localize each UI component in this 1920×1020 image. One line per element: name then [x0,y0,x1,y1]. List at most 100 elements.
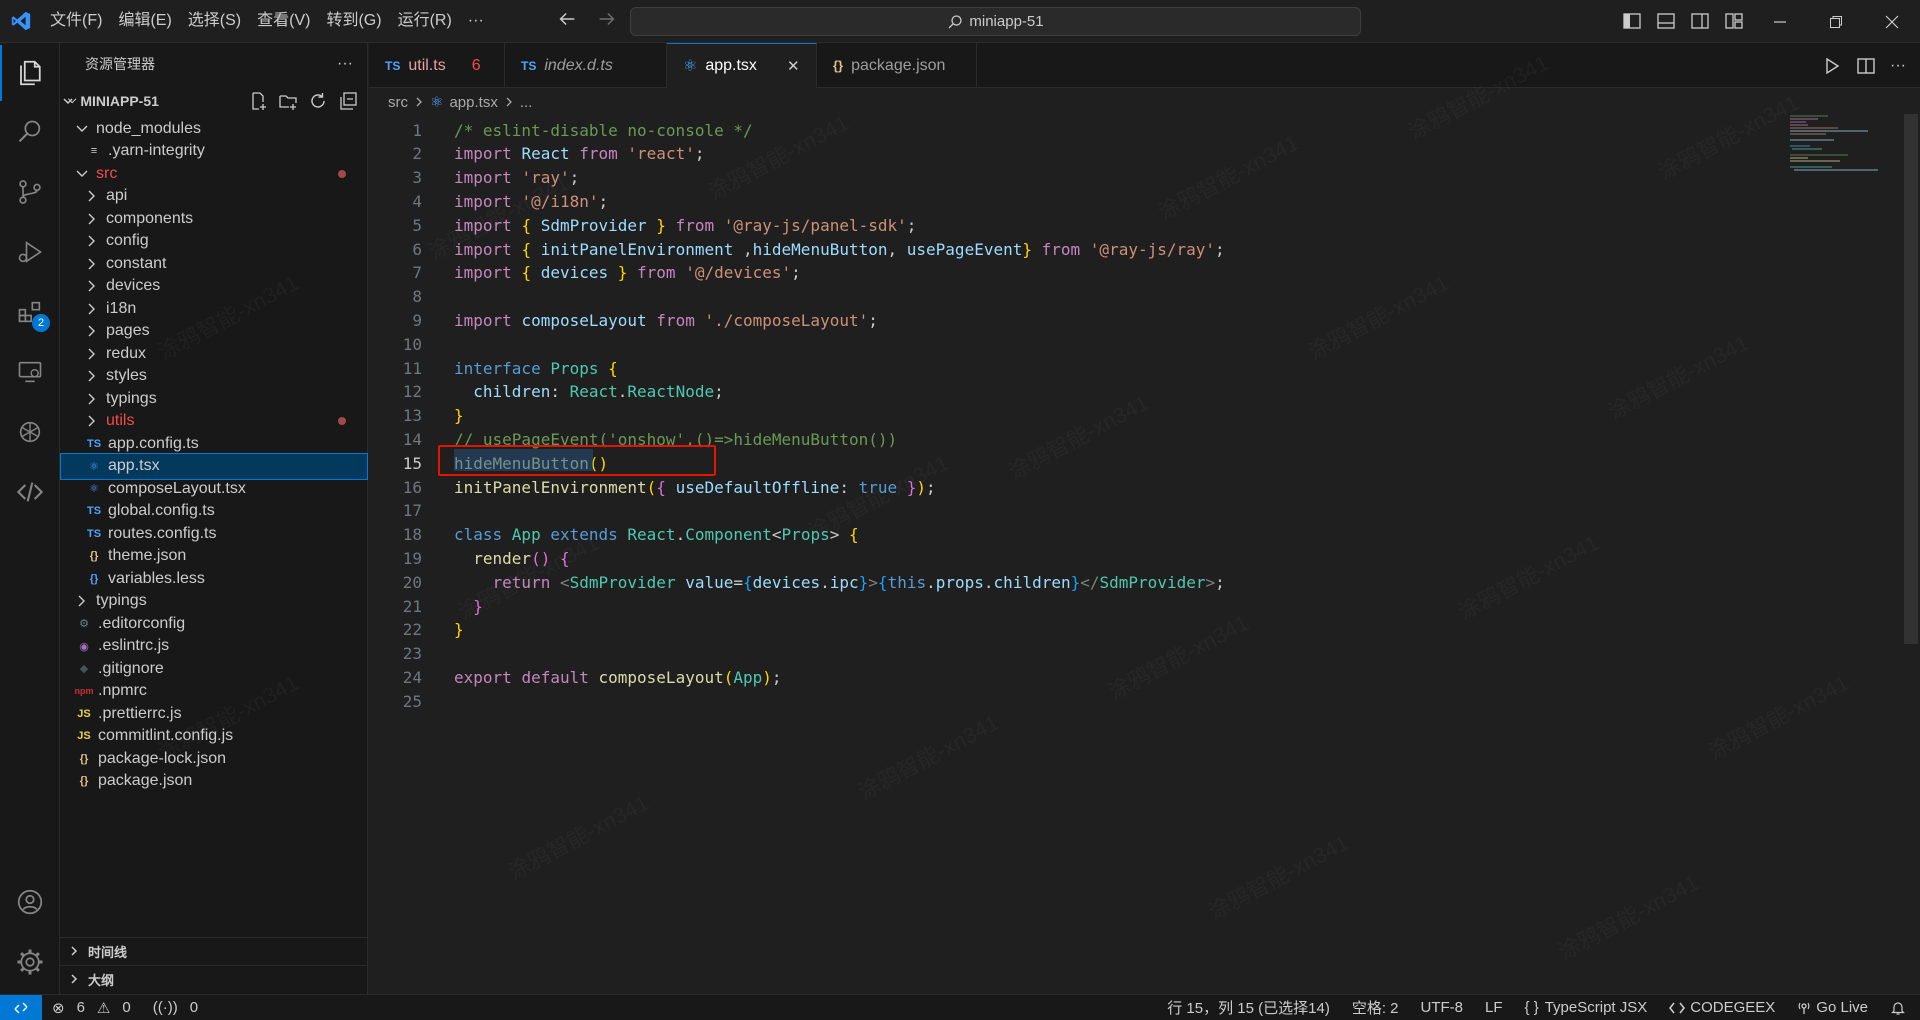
code-token: import [454,191,522,211]
run-debug-icon[interactable] [0,224,60,280]
timeline-section[interactable]: 时间线 [60,937,368,964]
code-line: 8 [369,285,422,309]
back-arrow-icon[interactable] [556,8,578,30]
tree-item[interactable]: {} package.json [60,768,368,795]
menu-item-5[interactable]: 运行(R) [390,6,460,36]
code-token: } [656,215,676,235]
tab-3[interactable]: {} package.json [817,43,977,88]
menu-item-3[interactable]: 查看(V) [249,6,318,36]
ports-count: 0 [189,999,199,1016]
code-line: 6 import { initPanelEnvironment ,hideMenu… [369,237,1224,261]
remote-explorer-icon[interactable] [0,344,60,400]
tab-2[interactable]: ⚛ app.tsx ✕ [667,43,817,88]
explorer-icon[interactable] [0,45,60,101]
code-token: this [887,572,927,592]
go-live-button[interactable]: Go Live [1797,999,1868,1016]
minimap[interactable] [1788,114,1900,174]
outline-section[interactable]: 大纲 [60,965,368,992]
close-tab-icon[interactable]: ✕ [787,57,800,75]
menu-item-2[interactable]: 选择(S) [180,6,249,36]
extensions-icon[interactable]: 2 [0,284,60,340]
menu-item-4[interactable]: 转到(G) [318,6,389,36]
chevron-right-icon [88,235,95,247]
code-text: } [454,620,464,639]
end-of-line[interactable]: LF [1485,999,1503,1016]
line-number: 18 [402,525,422,545]
source-control-icon[interactable] [0,164,60,220]
menu-item-6[interactable]: ··· [460,6,492,36]
remote-indicator-icon[interactable] [0,994,42,1020]
more-actions-icon[interactable]: ··· [1890,56,1906,76]
line-number: 23 [402,644,422,664]
toggle-primary-sidebar-icon[interactable] [1620,9,1644,33]
code-line: 4 import '@/i18n'; [369,189,608,213]
accounts-icon[interactable] [0,874,60,930]
code-text: interface Props { [454,359,618,378]
ts-file-icon: TS [86,505,102,517]
toggle-secondary-sidebar-icon[interactable] [1688,9,1712,33]
vscode-logo-icon[interactable] [0,0,42,43]
breadcrumb-folder[interactable]: src [388,94,408,111]
search-view-icon[interactable] [0,104,60,160]
code-line: 25 [369,689,422,713]
code-token: . [675,525,686,545]
code-editor[interactable]: 1 /* eslint-disable no-console */ 2 import … [369,114,1899,994]
settings-gear-icon[interactable] [0,934,60,990]
codegeex-status[interactable]: CODEGEEX [1669,999,1775,1016]
chevron-right-icon [71,974,78,984]
code-token: import [454,144,522,164]
code-token: </ [1080,572,1100,592]
code-line: 20 return <SdmProvider value={devices.ip… [369,570,1225,594]
run-file-icon[interactable] [1822,56,1842,76]
customize-layout-icon[interactable] [1722,9,1746,33]
workspace-root-label: MINIAPP-51 [80,92,159,109]
split-editor-icon[interactable] [1856,56,1876,76]
indentation[interactable]: 空格: 2 [1352,997,1399,1018]
menu-item-1[interactable]: 编辑(E) [110,6,179,36]
collapse-all-icon[interactable] [338,91,358,111]
language-mode[interactable]: { } TypeScript JSX [1525,999,1648,1016]
tree-item-label: .eslintrc.js [98,637,170,654]
new-folder-icon[interactable] [278,91,298,111]
timeline-label: 时间线 [88,944,128,960]
command-center-search[interactable]: miniapp-51 [630,7,1361,36]
editor-scrollbar[interactable] [1904,114,1918,644]
workspace-root[interactable]: ⌵ MINIAPP-51 [60,87,368,114]
layout-controls [1620,9,1746,33]
problems-summary[interactable]: ⊗ 6 ⚠ 0 ((·)) 0 [52,999,198,1017]
code-line: 14// usePageEvent('onshow',()=>hideMenuB… [369,427,897,451]
breadcrumb-file[interactable]: app.tsx [449,94,497,111]
tree-item-label: styles [106,367,147,384]
chatgpt-icon[interactable] [0,404,60,460]
cursor-position[interactable]: 行 15，列 15 (已选择14) [1167,997,1330,1018]
tab-0[interactable]: TS util.ts 6 [369,43,505,88]
extensions-badge: 2 [32,314,50,332]
new-file-icon[interactable] [248,91,268,111]
refresh-icon[interactable] [308,91,328,111]
json-file-icon: {} [89,550,99,562]
code-text: initPanelEnvironment({ useDefaultOffline… [454,478,936,497]
minimize-icon[interactable] [1752,0,1808,43]
js-file-icon: JS [77,707,91,720]
breadcrumb-symbol[interactable]: ... [520,94,533,111]
tab-1[interactable]: TS index.d.ts [505,43,667,88]
code-token: ; [926,477,936,497]
encoding[interactable]: UTF-8 [1421,999,1464,1016]
line-number: 25 [402,691,422,711]
toggle-panel-icon[interactable] [1654,9,1678,33]
tree-item-label: .gitignore [98,659,164,677]
codegeex-label: CODEGEEX [1690,999,1776,1016]
close-window-icon[interactable] [1864,0,1920,43]
tree-item-label: constant [106,254,167,272]
line-number: 24 [402,667,422,687]
code-token: from [579,144,628,164]
notifications-bell-icon[interactable] [1890,1000,1906,1016]
menu-item-0[interactable]: 文件(F) [42,6,110,36]
explorer-more-actions[interactable]: ··· [337,55,353,73]
forward-arrow-icon[interactable] [596,8,618,30]
restore-icon[interactable] [1808,0,1864,43]
code-token: ( [646,477,657,497]
codegeex-icon[interactable] [0,464,60,520]
